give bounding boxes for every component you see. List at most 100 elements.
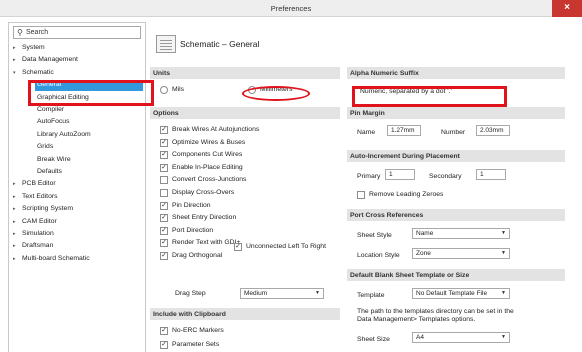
chevron-down-icon: ▼ bbox=[501, 290, 506, 296]
tree-item-break-wire[interactable]: Break Wire bbox=[37, 156, 71, 163]
pin-name-margin-input[interactable]: 1.27mm bbox=[387, 125, 421, 136]
tree-item-label: Schematic bbox=[22, 68, 54, 76]
location-style-value: Zone bbox=[416, 250, 431, 257]
pin-margin-section-header: Pin Margin bbox=[347, 107, 565, 119]
tree-item-label: Grids bbox=[37, 143, 54, 151]
option-checkbox-break-wires-at-autojunctions[interactable]: ✓ bbox=[160, 126, 168, 134]
auto-increment-section-header: Auto-Increment During Placement bbox=[347, 150, 565, 162]
chevron-down-icon: ▼ bbox=[501, 334, 506, 340]
sheet-size-dropdown[interactable]: A4 ▼ bbox=[412, 332, 510, 343]
tree-item-defaults[interactable]: Defaults bbox=[37, 168, 62, 175]
tree-item-autofocus[interactable]: AutoFocus bbox=[37, 118, 70, 125]
title-bar: Preferences × bbox=[0, 0, 582, 17]
annotation-millimeters-circle bbox=[242, 86, 310, 101]
option-checkbox-drag-orthogonal[interactable]: ✓ bbox=[160, 252, 168, 260]
tree-item-label: Defaults bbox=[37, 168, 62, 175]
secondary-label: Secondary bbox=[429, 173, 462, 180]
tree-item-label: Compiler bbox=[37, 106, 65, 113]
option-label: Convert Cross-Junctions bbox=[172, 176, 247, 184]
pin-number-margin-input[interactable]: 2.03mm bbox=[476, 125, 510, 136]
tree-item-label: Text Editors bbox=[22, 192, 58, 200]
settings-pane: Schematic – General Units Mils Millimete… bbox=[150, 22, 582, 352]
clipboard-section-header: Include with Clipboard bbox=[150, 308, 340, 320]
tree-item-label: PCB Editor bbox=[22, 180, 56, 188]
template-value: No Default Template File bbox=[416, 290, 488, 297]
tree-item-label: AutoFocus bbox=[37, 118, 70, 126]
search-input[interactable]: ⚲ Search bbox=[13, 26, 141, 39]
option-checkbox-enable-in-place-editing[interactable]: ✓ bbox=[160, 163, 168, 172]
search-icon: ⚲ bbox=[17, 28, 23, 37]
tree-item-pcb-editor[interactable]: ▸ PCB Editor bbox=[13, 180, 56, 187]
collapsed-arrow-icon[interactable]: ▸ bbox=[13, 206, 22, 212]
tree-item-data-management[interactable]: ▸ Data Management bbox=[13, 56, 78, 63]
tree-item-label: Draftsman bbox=[22, 242, 54, 250]
tree-item-text-editors[interactable]: ▸ Text Editors bbox=[13, 193, 58, 200]
clipboard-label: No-ERC Markers bbox=[172, 327, 224, 334]
option-checkbox-render-text-with-gdi-[interactable]: ✓ bbox=[160, 239, 168, 248]
templates-path-note: The path to the templates directory can … bbox=[357, 308, 514, 323]
primary-label: Primary bbox=[357, 173, 381, 180]
collapsed-arrow-icon[interactable]: ▸ bbox=[13, 256, 22, 262]
tree-item-draftsman[interactable]: ▸ Draftsman bbox=[13, 242, 53, 249]
collapsed-arrow-icon[interactable]: ▸ bbox=[13, 194, 22, 200]
close-button[interactable]: × bbox=[552, 0, 582, 17]
primary-input[interactable]: 1 bbox=[385, 169, 415, 180]
collapsed-arrow-icon[interactable]: ▸ bbox=[13, 45, 22, 51]
preferences-tree: ⚲ Search ▸ System ▸ Data Management ▾ Schemat… bbox=[8, 22, 146, 352]
option-label: Components Cut Wires bbox=[172, 151, 243, 159]
collapsed-arrow-icon[interactable]: ▸ bbox=[13, 181, 22, 187]
tree-item-label: Simulation bbox=[22, 230, 54, 237]
tree-item-label: CAM Editor bbox=[22, 217, 57, 225]
option-checkbox-convert-cross-junctions[interactable] bbox=[160, 176, 168, 185]
template-dropdown[interactable]: No Default Template File ▼ bbox=[412, 288, 510, 299]
clipboard-checkbox-parameter-sets[interactable]: ✓ bbox=[160, 341, 168, 349]
tree-item-label: Data Management bbox=[22, 56, 78, 64]
options-section-header: Options bbox=[150, 107, 340, 119]
unconnected-checkbox[interactable]: ✓ bbox=[234, 243, 242, 251]
clipboard-label: Parameter Sets bbox=[172, 341, 220, 348]
location-style-dropdown[interactable]: Zone ▼ bbox=[412, 248, 510, 259]
tree-item-library-autozoom[interactable]: Library AutoZoom bbox=[37, 131, 91, 138]
tree-item-scripting-system[interactable]: ▸ Scripting System bbox=[13, 205, 73, 212]
option-checkbox-components-cut-wires[interactable]: ✓ bbox=[160, 151, 168, 160]
secondary-input[interactable]: 1 bbox=[476, 169, 506, 180]
drag-step-dropdown[interactable]: Medium ▼ bbox=[240, 288, 324, 299]
mils-label: Mils bbox=[172, 86, 185, 93]
search-placeholder: Search bbox=[26, 29, 49, 36]
mils-radio[interactable] bbox=[160, 86, 168, 94]
option-checkbox-pin-direction[interactable]: ✓ bbox=[160, 201, 168, 210]
port-refs-section-header: Port Cross References bbox=[347, 209, 565, 221]
option-checkbox-sheet-entry-direction[interactable]: ✓ bbox=[160, 214, 168, 223]
tree-item-schematic[interactable]: ▾ Schematic bbox=[13, 69, 54, 76]
option-label: Break Wires At Autojunctions bbox=[172, 126, 260, 133]
chevron-down-icon: ▼ bbox=[501, 230, 506, 236]
remove-zeroes-checkbox[interactable] bbox=[357, 191, 365, 199]
tree-item-simulation[interactable]: ▸ Simulation bbox=[13, 230, 54, 237]
sheet-style-dropdown[interactable]: Name ▼ bbox=[412, 228, 510, 239]
collapsed-arrow-icon[interactable]: ▸ bbox=[13, 243, 22, 249]
chevron-down-icon: ▼ bbox=[315, 290, 320, 296]
option-label: Display Cross-Overs bbox=[172, 189, 235, 196]
tree-item-grids[interactable]: Grids bbox=[37, 143, 53, 150]
collapsed-arrow-icon[interactable]: ▸ bbox=[13, 219, 22, 225]
location-style-label: Location Style bbox=[357, 252, 400, 259]
option-label: Pin Direction bbox=[172, 201, 211, 209]
sheet-style-value: Name bbox=[416, 230, 434, 237]
option-checkbox-optimize-wires-buses[interactable]: ✓ bbox=[160, 138, 168, 147]
tree-item-system[interactable]: ▸ System bbox=[13, 44, 45, 51]
option-checkbox-port-direction[interactable]: ✓ bbox=[160, 226, 168, 235]
drag-step-label: Drag Step bbox=[175, 290, 206, 297]
remove-zeroes-label: Remove Leading Zeroes bbox=[369, 191, 444, 198]
collapsed-arrow-icon[interactable]: ▸ bbox=[13, 57, 22, 63]
page-title: Schematic – General bbox=[180, 39, 260, 49]
template-section-header: Default Blank Sheet Template or Size bbox=[347, 269, 565, 281]
tree-item-cam-editor[interactable]: ▸ CAM Editor bbox=[13, 218, 57, 225]
tree-item-multi-board-schematic[interactable]: ▸ Multi-board Schematic bbox=[13, 255, 90, 262]
tree-item-compiler[interactable]: Compiler bbox=[37, 106, 64, 113]
unconnected-label: Unconnected Left To Right bbox=[246, 243, 326, 250]
option-checkbox-display-cross-overs[interactable] bbox=[160, 189, 168, 197]
expanded-arrow-icon[interactable]: ▾ bbox=[13, 70, 22, 76]
tree-item-label: Break Wire bbox=[37, 155, 71, 163]
clipboard-checkbox-no-erc-markers[interactable]: ✓ bbox=[160, 327, 168, 335]
collapsed-arrow-icon[interactable]: ▸ bbox=[13, 231, 22, 237]
